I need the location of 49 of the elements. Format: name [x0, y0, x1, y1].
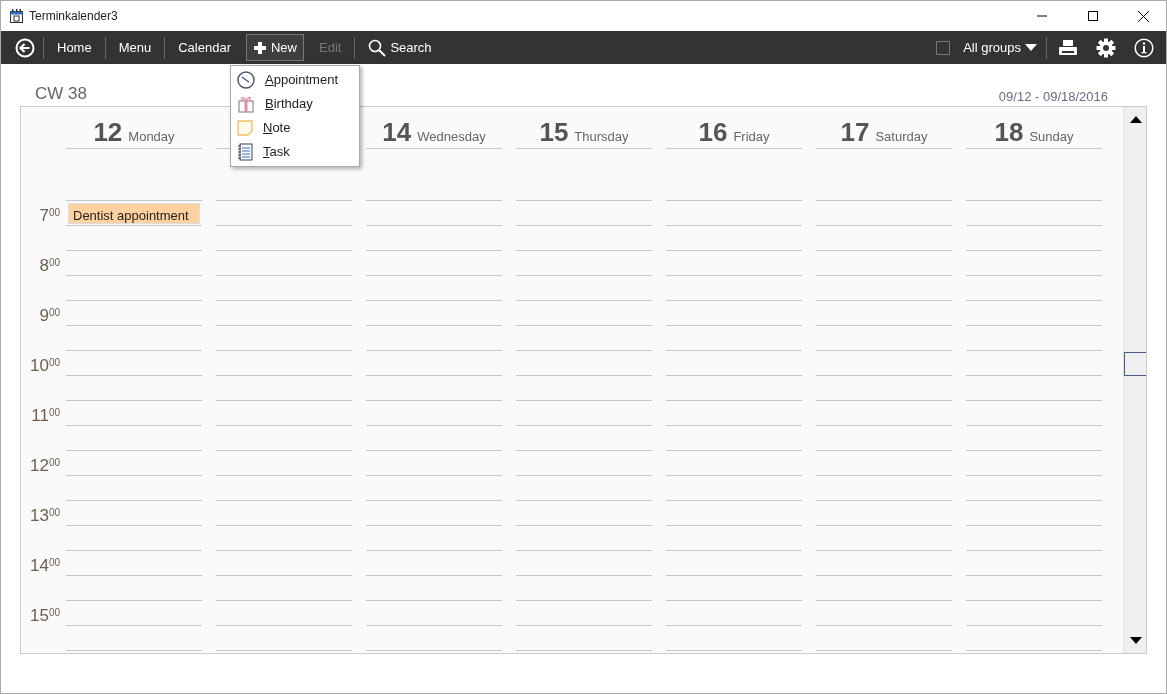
hour-label: 12$^{00}$	[28, 455, 61, 477]
menu-item[interactable]: Birthday	[231, 92, 359, 116]
day-number: 15	[539, 118, 569, 147]
gift-icon	[237, 95, 255, 113]
search-button[interactable]: Search	[361, 33, 439, 62]
day-name: Thursday	[574, 130, 629, 146]
hour-label: 15$^{00}$	[28, 605, 61, 627]
scroll-down-arrow-icon[interactable]	[1130, 637, 1142, 644]
groups-dropdown[interactable]: All groups	[956, 33, 1044, 62]
close-icon[interactable]	[1138, 10, 1149, 22]
toolbar-button[interactable]: Calendar	[171, 33, 238, 62]
day-name: Saturday	[875, 130, 928, 146]
maximize-icon[interactable]	[1087, 11, 1098, 21]
hour-label: 8$^{00}$	[38, 255, 61, 277]
day-number: 17	[840, 118, 870, 147]
day-number: 16	[698, 118, 728, 147]
hour-label: 9$^{00}$	[38, 305, 61, 327]
day-number: 18	[994, 118, 1024, 147]
note-icon	[237, 120, 253, 136]
menu-item[interactable]: Appointment	[231, 68, 359, 92]
day-number: 12	[93, 118, 123, 147]
hour-label: 11$^{00}$	[30, 405, 61, 427]
day-name: Monday	[128, 130, 175, 146]
hour-label: 10$^{00}$	[28, 355, 61, 377]
hour-label: 14$^{00}$	[28, 555, 61, 577]
toolbar-button[interactable]: Home	[50, 33, 99, 62]
hour-label: 13$^{00}$	[28, 505, 61, 527]
hour-label: 7$^{00}$	[38, 205, 61, 227]
search-icon	[368, 38, 387, 57]
day-name: Wednesday	[417, 130, 486, 146]
clock-icon	[237, 71, 255, 89]
window-title: Terminkalender3	[29, 8, 118, 25]
calendar-icon	[10, 9, 23, 23]
menu-item[interactable]: Note	[231, 116, 359, 140]
toolbar-button[interactable]: Menu	[111, 33, 159, 62]
day-name: Friday	[733, 130, 770, 146]
caret-icon	[1025, 44, 1037, 51]
scroll-thumb[interactable]	[1124, 352, 1146, 376]
plus-icon	[253, 40, 267, 55]
group-checkbox[interactable]	[936, 40, 951, 55]
event[interactable]: Dentist appointment	[68, 203, 200, 224]
notepad-icon	[237, 143, 253, 161]
scroll-up-arrow-icon[interactable]	[1130, 116, 1142, 123]
day-number: 14	[382, 118, 412, 147]
day-name: Sunday	[1029, 130, 1074, 146]
date-range: 09/12 - 09/18/2016	[998, 87, 1108, 106]
menu-item[interactable]: Task	[231, 140, 359, 164]
week-label: CW 38	[35, 82, 87, 105]
new-button[interactable]: New	[246, 33, 304, 62]
